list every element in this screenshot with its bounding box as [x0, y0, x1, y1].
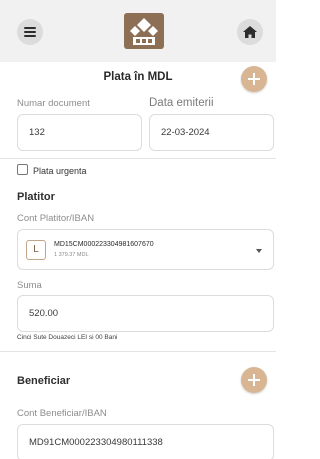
account-type-badge: L [26, 240, 46, 260]
payer-account-balance: 1 379.37 MDL [54, 252, 89, 258]
urgent-payment-checkbox[interactable] [17, 164, 28, 175]
document-number-label: Numar document [17, 98, 90, 109]
beneficiary-section-title: Beneficiar [17, 375, 71, 387]
document-number-value: 132 [29, 127, 45, 138]
beneficiary-account-field[interactable]: MD91CM000223304980111338 [17, 424, 274, 459]
home-icon[interactable] [237, 19, 263, 45]
issue-date-field[interactable]: 22-03-2024 [149, 114, 274, 151]
amount-in-words: Cinci Sute Douazeci LEI si 00 Bani [17, 334, 118, 341]
amount-field[interactable]: 520.00 [17, 295, 274, 332]
urgent-payment-label: Plata urgenta [33, 166, 87, 176]
divider [0, 158, 276, 159]
document-number-field[interactable]: 132 [17, 114, 142, 151]
caret-down-icon [256, 249, 262, 253]
payer-account-select[interactable]: L MD15CM000223304981607670 1 379.37 MDL [17, 229, 274, 270]
issue-date-label: Data emiterii [149, 97, 214, 109]
amount-value: 520.00 [29, 308, 59, 319]
issue-date-value: 22-03-2024 [161, 127, 210, 138]
page-title: Plata în MDL [103, 71, 173, 83]
payer-account-label: Cont Platitor/IBAN [17, 213, 95, 224]
hamburger-menu-icon[interactable] [17, 19, 43, 45]
bank-logo-icon [124, 13, 164, 49]
top-bar [0, 0, 276, 62]
payer-account-number: MD15CM000223304981607670 [54, 241, 154, 248]
beneficiary-account-label: Cont Beneficiar/IBAN [17, 408, 107, 419]
beneficiary-account-value: MD91CM000223304980111338 [29, 437, 163, 448]
divider [0, 351, 276, 352]
add-payment-button[interactable] [241, 66, 267, 92]
payer-section-title: Platitor [17, 191, 55, 203]
add-beneficiary-button[interactable] [241, 367, 267, 393]
amount-label: Suma [17, 280, 42, 291]
